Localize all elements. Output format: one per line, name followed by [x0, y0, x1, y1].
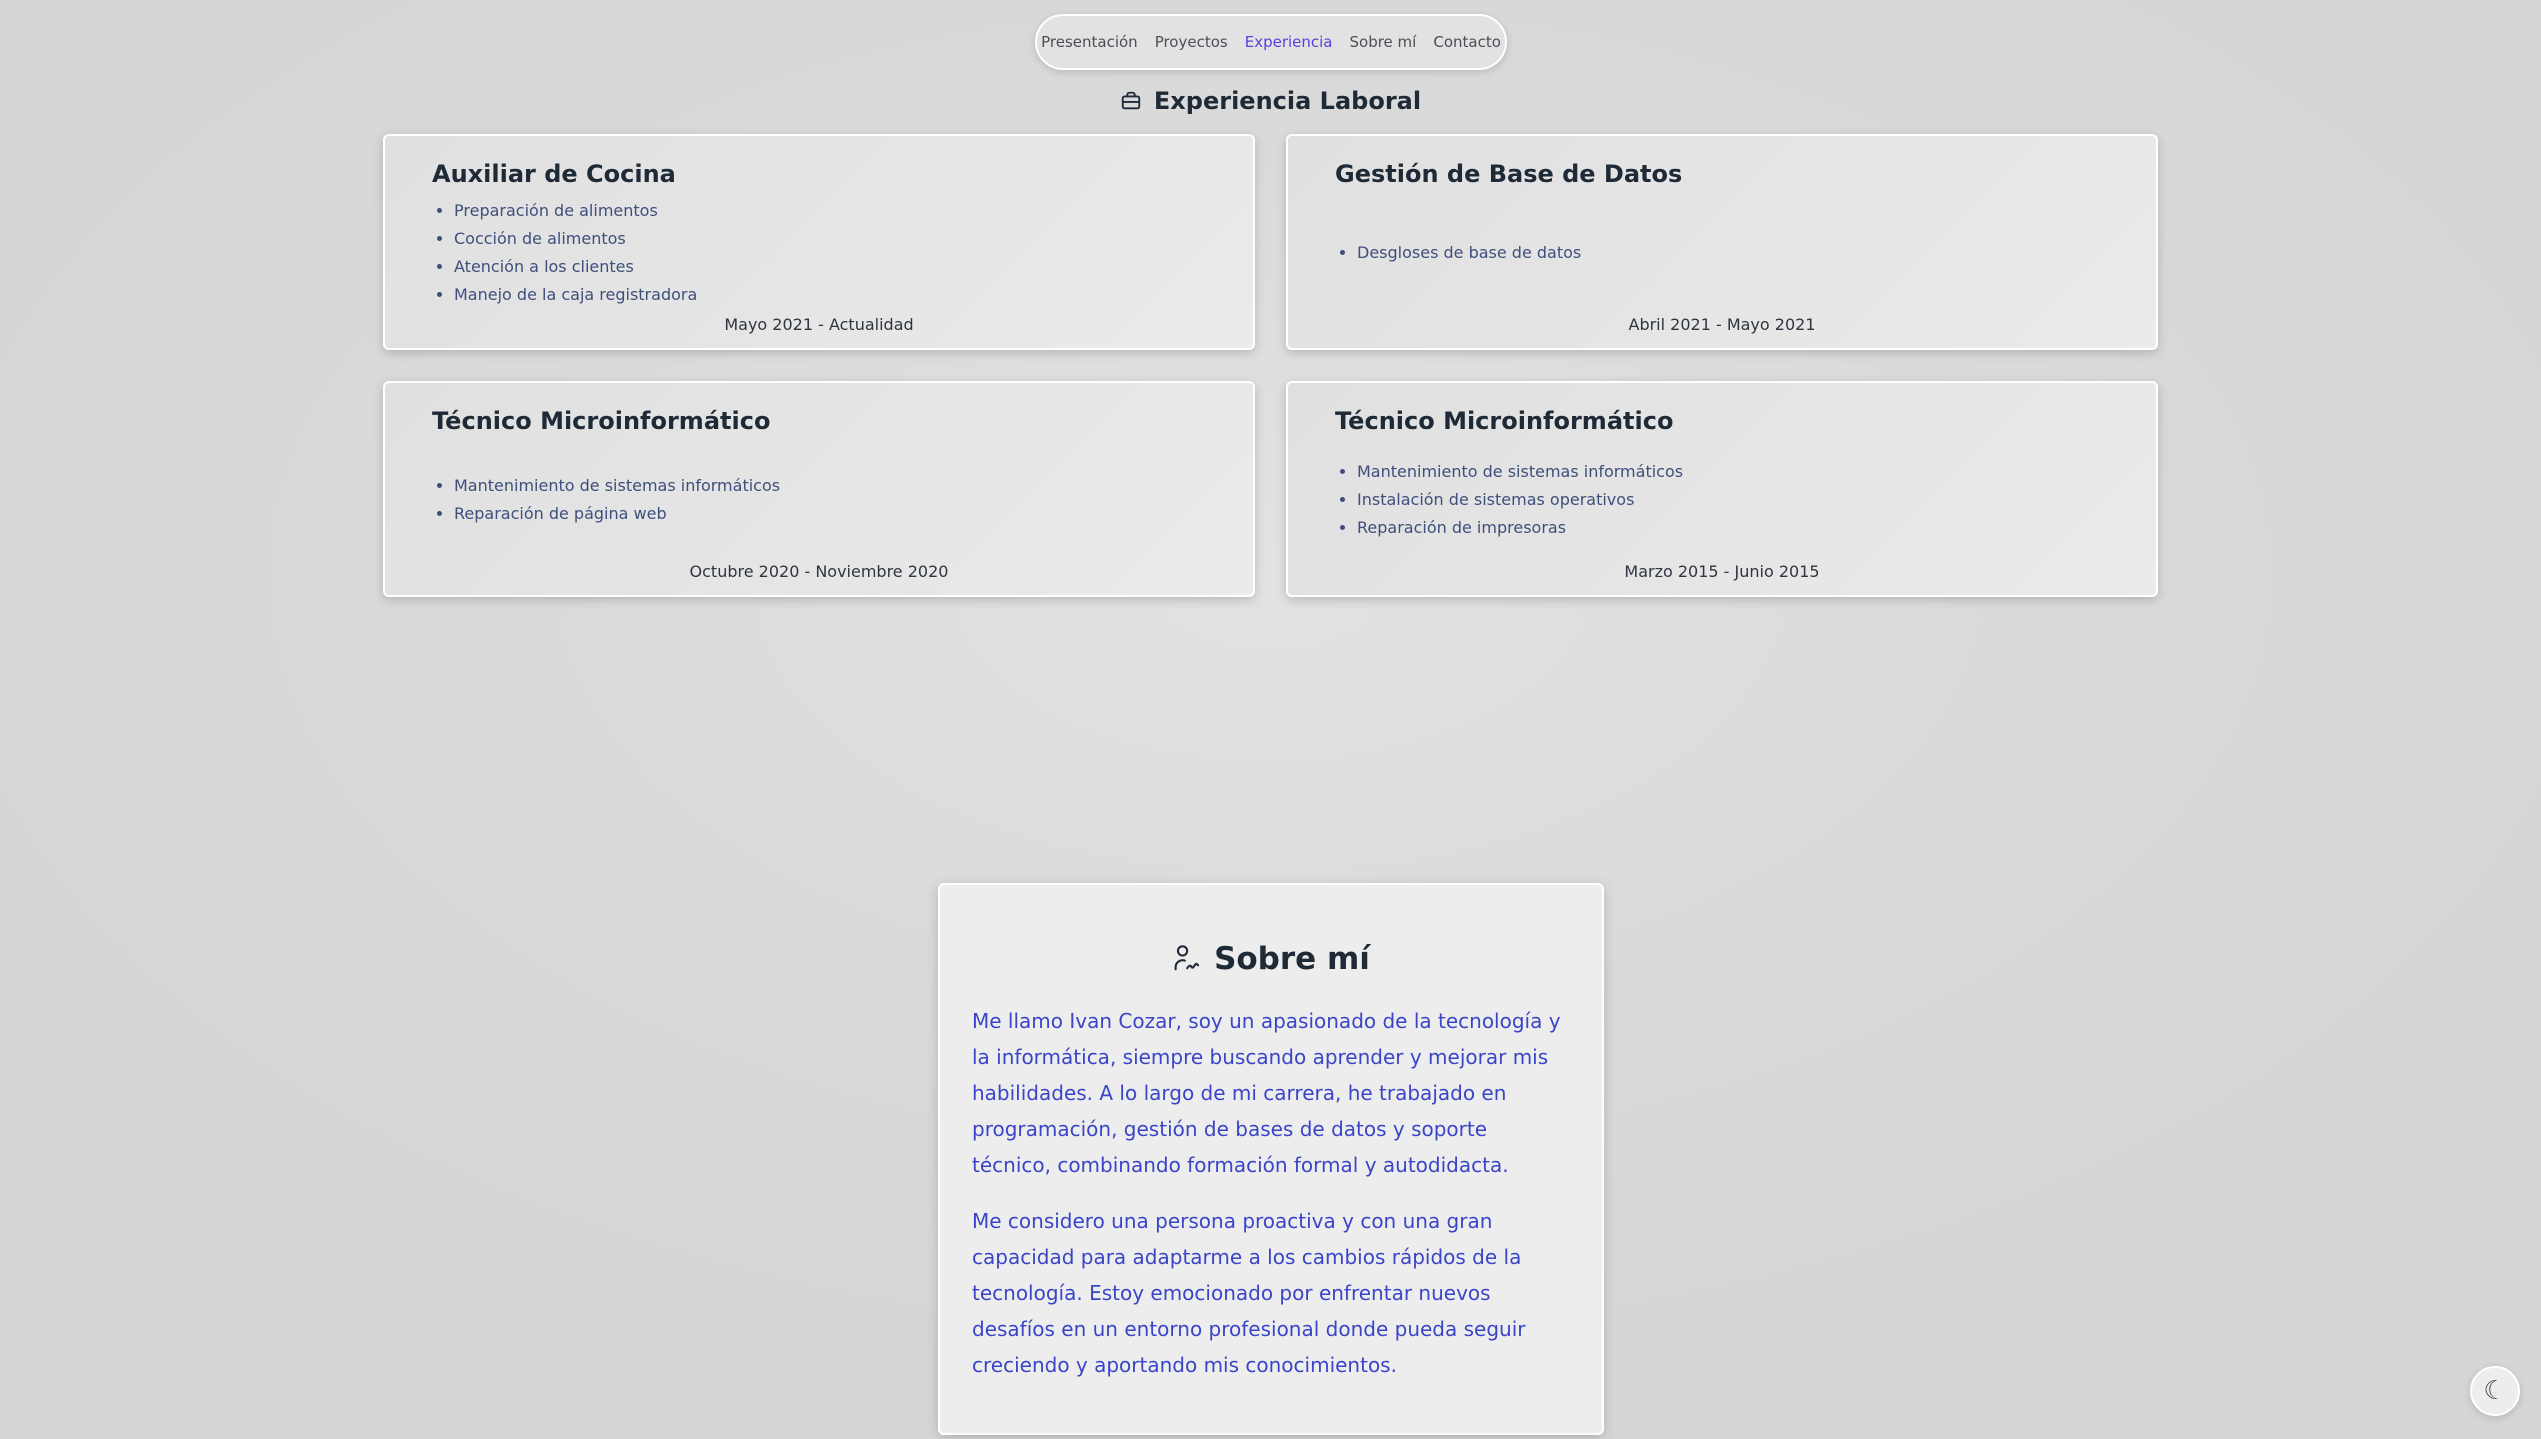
- job-card: Técnico Microinformático Mantenimiento d…: [1286, 381, 2158, 597]
- briefcase-icon: [1120, 90, 1142, 112]
- job-dates: Marzo 2015 - Junio 2015: [1624, 562, 1820, 581]
- job-task: Instalación de sistemas operativos: [1357, 486, 1683, 514]
- moon-icon: ☾: [2483, 1376, 2507, 1406]
- about-paragraph: Me llamo Ivan Cozar, soy un apasionado d…: [972, 1009, 1561, 1177]
- job-dates: Abril 2021 - Mayo 2021: [1628, 315, 1816, 334]
- job-task: Desgloses de base de datos: [1357, 239, 1581, 267]
- about-section-title: Sobre mí: [940, 941, 1602, 977]
- job-title: Técnico Microinformático: [1335, 407, 1674, 435]
- about-title-text: Sobre mí: [1214, 941, 1370, 977]
- job-title: Gestión de Base de Datos: [1335, 160, 1683, 188]
- job-card: Gestión de Base de Datos Desgloses de ba…: [1286, 134, 2158, 350]
- job-task-list: Preparación de alimentos Cocción de alim…: [432, 197, 697, 309]
- job-task: Mantenimiento de sistemas informáticos: [1357, 458, 1683, 486]
- nav-item-presentacion[interactable]: Presentación: [1041, 33, 1138, 51]
- experience-section-title: Experiencia Laboral: [0, 84, 2541, 118]
- job-task-list: Desgloses de base de datos: [1335, 239, 1581, 267]
- top-nav: Presentación Proyectos Experiencia Sobre…: [1035, 14, 1507, 70]
- theme-toggle-button[interactable]: ☾: [2470, 1366, 2520, 1416]
- job-task-list: Mantenimiento de sistemas informáticos I…: [1335, 458, 1683, 542]
- job-task: Manejo de la caja registradora: [454, 281, 697, 309]
- job-dates: Mayo 2021 - Actualidad: [724, 315, 914, 334]
- job-task: Mantenimiento de sistemas informáticos: [454, 472, 780, 500]
- nav-item-experiencia[interactable]: Experiencia: [1245, 33, 1333, 51]
- about-card: Sobre mí Me llamo Ivan Cozar, soy un apa…: [938, 883, 1604, 1435]
- about-paragraph: Me considero una persona proactiva y con…: [972, 1209, 1526, 1377]
- job-task-list: Mantenimiento de sistemas informáticos R…: [432, 472, 780, 528]
- job-title: Técnico Microinformático: [432, 407, 771, 435]
- nav-item-sobre-mi[interactable]: Sobre mí: [1350, 33, 1417, 51]
- job-card: Auxiliar de Cocina Preparación de alimen…: [383, 134, 1255, 350]
- user-signature-icon: [1172, 944, 1200, 974]
- job-task: Reparación de impresoras: [1357, 514, 1683, 542]
- job-task: Reparación de página web: [454, 500, 780, 528]
- nav-item-contacto[interactable]: Contacto: [1433, 33, 1501, 51]
- job-dates: Octubre 2020 - Noviembre 2020: [689, 562, 949, 581]
- job-card: Técnico Microinformático Mantenimiento d…: [383, 381, 1255, 597]
- job-task: Cocción de alimentos: [454, 225, 697, 253]
- job-title: Auxiliar de Cocina: [432, 160, 676, 188]
- experience-title-text: Experiencia Laboral: [1153, 87, 1422, 115]
- job-task: Atención a los clientes: [454, 253, 697, 281]
- job-task: Preparación de alimentos: [454, 197, 697, 225]
- nav-item-proyectos[interactable]: Proyectos: [1155, 33, 1228, 51]
